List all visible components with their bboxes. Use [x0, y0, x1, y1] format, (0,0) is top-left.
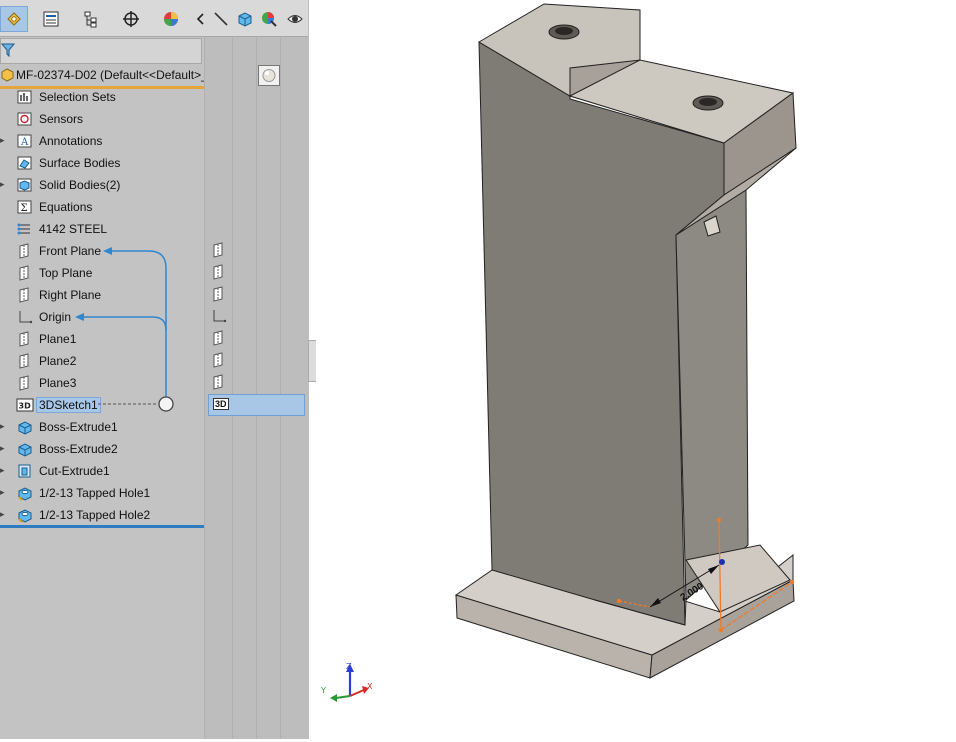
column-side-face — [675, 189, 749, 602]
relation-arrows — [75, 247, 174, 412]
axis-triad: Z X Y — [320, 662, 373, 702]
sketch-point — [789, 579, 795, 585]
part-model: 2.000 — [454, 3, 797, 679]
relation-node[interactable] — [158, 396, 174, 412]
triad-z-label: Z — [346, 662, 352, 671]
sketch-point — [718, 627, 724, 633]
rollback-bar[interactable] — [0, 525, 204, 528]
feature-manager-panel: MF-02374-D02 (Default<<Default>_ Selecti… — [0, 0, 309, 739]
origin-marker — [719, 559, 725, 565]
triad-x-label: X — [367, 682, 373, 691]
sketch-point — [716, 517, 722, 523]
triad-y-label: Y — [320, 686, 326, 695]
sketch-point — [616, 598, 622, 604]
graphics-area[interactable]: 2.000 Z X Y — [316, 0, 956, 739]
